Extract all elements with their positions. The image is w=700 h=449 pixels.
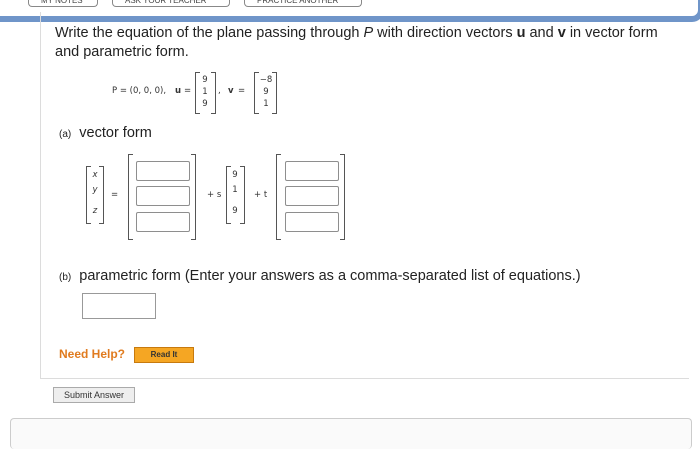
read-it-button[interactable]: Read It — [134, 347, 194, 363]
equals-sign: = — [184, 86, 192, 96]
equals-sign: = — [238, 86, 246, 96]
plus-t: + t — [254, 190, 268, 200]
part-a-label: vector form — [79, 125, 152, 141]
plus-s: + s — [207, 190, 222, 200]
part-a-letter: (a) — [59, 129, 72, 140]
point-x-input[interactable] — [136, 161, 190, 181]
bracket-left — [128, 154, 133, 240]
u-entry: 9 — [232, 170, 238, 180]
comma: , — [218, 86, 221, 96]
v-label: v — [228, 86, 234, 96]
next-question-frame — [10, 418, 692, 449]
v-entry: −8 — [259, 75, 273, 85]
bracket-right — [191, 154, 196, 240]
question-part: Write the equation of the plane passing … — [55, 25, 364, 41]
u-entry: 9 — [232, 206, 238, 216]
point-z-input[interactable] — [136, 212, 190, 232]
v-z-input[interactable] — [285, 212, 339, 232]
xyz-entry: x — [92, 170, 98, 180]
u-entry: 9 — [202, 99, 208, 109]
need-help-label: Need Help? — [59, 347, 126, 361]
point-p-label: P = (0, 0, 0), — [112, 86, 167, 96]
u-entry: 1 — [232, 185, 238, 195]
top-tabs: MY NOTES ASK YOUR TEACHER PRACTICE ANOTH… — [28, 0, 362, 8]
bracket-right — [340, 154, 345, 240]
u-entry: 1 — [202, 87, 208, 97]
part-b-heading: (b) parametric form (Enter your answers … — [59, 268, 581, 284]
v-entry: 9 — [263, 87, 269, 97]
bracket-left — [276, 154, 281, 240]
vector-v: v — [557, 25, 566, 41]
v-y-input[interactable] — [285, 186, 339, 206]
tab-my-notes[interactable]: MY NOTES — [28, 0, 98, 7]
point-p: P — [363, 25, 374, 41]
part-b-letter: (b) — [59, 272, 72, 283]
v-entry: 1 — [263, 99, 269, 109]
tab-ask-teacher[interactable]: ASK YOUR TEACHER — [112, 0, 230, 7]
u-label: u — [175, 86, 182, 96]
equals-sign: = — [111, 190, 119, 200]
question-part: with direction vectors — [373, 25, 517, 41]
part-b-label: parametric form (Enter your answers as a… — [79, 268, 581, 284]
xyz-entry: y — [92, 185, 98, 195]
question-part: and — [525, 25, 558, 41]
question-text: Write the equation of the plane passing … — [55, 24, 685, 62]
submit-answer-button[interactable]: Submit Answer — [53, 387, 135, 403]
part-a-heading: (a) vector form — [59, 125, 152, 141]
v-x-input[interactable] — [285, 161, 339, 181]
tab-practice-another[interactable]: PRACTICE ANOTHER — [244, 0, 362, 7]
xyz-entry: z — [92, 206, 98, 216]
parametric-answer-input[interactable] — [82, 293, 156, 319]
point-y-input[interactable] — [136, 186, 190, 206]
u-entry: 9 — [202, 75, 208, 85]
